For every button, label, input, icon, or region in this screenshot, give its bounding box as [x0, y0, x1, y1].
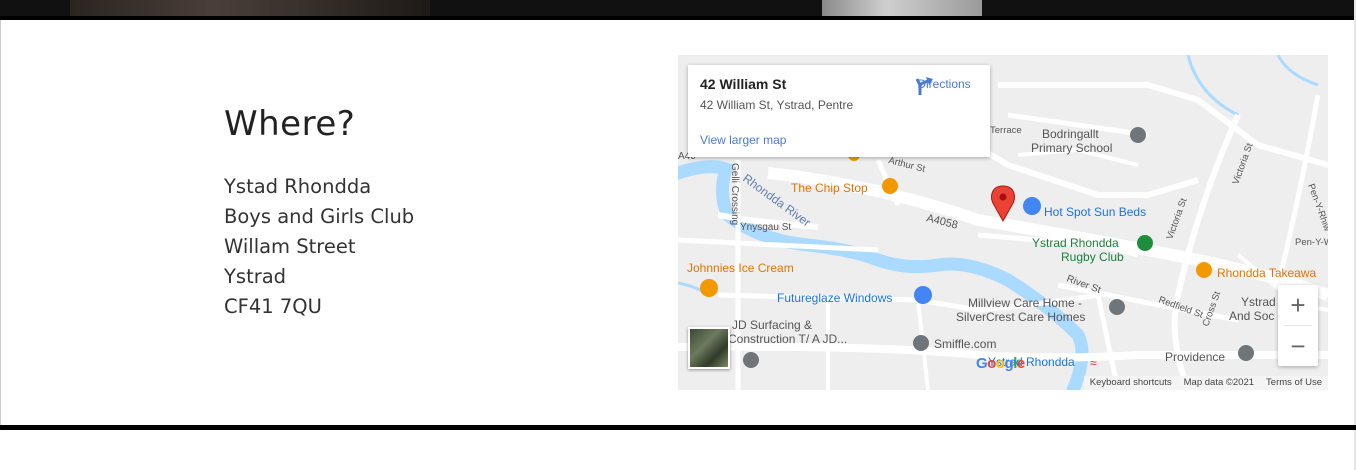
- road-label-terrace: Terrace: [990, 125, 1022, 136]
- svg-text:Rhondda Takeawa: Rhondda Takeawa: [1217, 266, 1317, 280]
- directions-icon: [915, 77, 933, 95]
- svg-text:Hot Spot Sun Beds: Hot Spot Sun Beds: [1044, 205, 1146, 219]
- restaurant-icon: [882, 178, 898, 194]
- view-larger-map-link[interactable]: View larger map: [700, 133, 786, 147]
- location-pin-icon[interactable]: [990, 185, 1016, 223]
- google-logo: Google: [976, 355, 1025, 372]
- rail-icon: ≈: [1090, 356, 1097, 370]
- school-icon: [1130, 127, 1146, 143]
- shopping-icon: [1023, 197, 1041, 215]
- svg-text:JD Surfacing &: JD Surfacing &: [732, 318, 812, 332]
- road-label-victoria-2: Victoria St: [1164, 196, 1189, 241]
- place-icon: [743, 352, 759, 368]
- address-block: Ystad Rhondda Boys and Girls Club Willam…: [224, 172, 414, 322]
- zoom-in-button[interactable]: +: [1278, 285, 1318, 325]
- directions-button[interactable]: Directions: [914, 75, 974, 95]
- zoom-controls: + −: [1278, 285, 1318, 366]
- map-attribution-bar: Keyboard shortcuts Map data ©2021 Terms …: [1083, 376, 1328, 390]
- hero-photo-left: [70, 0, 430, 16]
- stream: [1276, 55, 1319, 87]
- keyboard-shortcuts-link[interactable]: Keyboard shortcuts: [1084, 376, 1178, 390]
- svg-text:And Soc: And Soc: [1229, 309, 1274, 323]
- place-icon: [1109, 299, 1125, 315]
- road-label-arthur: Arthur St: [887, 155, 926, 175]
- road-label-ynysgau: Ynysgau St: [740, 222, 791, 233]
- shopping-icon: [914, 286, 932, 304]
- road-label-pen-y-rhiw: Pen-Y-Rhiw: [1305, 182, 1328, 233]
- park-icon: [1137, 235, 1153, 251]
- svg-text:Primary School: Primary School: [1031, 141, 1112, 155]
- svg-text:Ystrad: Ystrad: [1241, 295, 1276, 309]
- address-line: Willam Street: [224, 235, 356, 258]
- poi-smiffle[interactable]: Smiffle.com: [913, 335, 996, 351]
- svg-text:SilverCrest Care Homes: SilverCrest Care Homes: [956, 310, 1085, 324]
- restaurant-icon: [1196, 262, 1212, 278]
- where-heading: Where?: [224, 104, 356, 144]
- place-icon: [913, 335, 929, 351]
- svg-text:Futureglaze Windows: Futureglaze Windows: [777, 291, 892, 305]
- road-label-gelli: Gelli Crossing: [729, 163, 740, 225]
- place-address: 42 William St, Ystrad, Pentre: [700, 98, 854, 112]
- section-border-left: [0, 20, 1, 425]
- terms-of-use-link[interactable]: Terms of Use: [1260, 376, 1328, 390]
- address-line: Boys and Girls Club: [224, 205, 415, 228]
- bottom-divider: [0, 425, 1356, 430]
- svg-text:Johnnies Ice Cream: Johnnies Ice Cream: [687, 261, 794, 275]
- road-label-cross-st: Cross St: [1200, 290, 1223, 328]
- place-title: 42 William St: [700, 76, 787, 92]
- svg-text:Bodringallt: Bodringallt: [1042, 127, 1099, 141]
- svg-text:Millview Care Home -: Millview Care Home -: [968, 296, 1082, 310]
- top-divider: [0, 16, 1356, 20]
- satellite-toggle-button[interactable]: [688, 327, 730, 369]
- svg-text:Construction T/ A JD...: Construction T/ A JD...: [728, 332, 847, 346]
- svg-text:Smiffle.com: Smiffle.com: [934, 337, 996, 351]
- stream: [1186, 55, 1239, 117]
- address-line: Ystrad: [224, 265, 287, 288]
- svg-text:The Chip Stop: The Chip Stop: [791, 181, 868, 195]
- map-data-link[interactable]: Map data ©2021: [1178, 376, 1260, 390]
- poi-hot-spot[interactable]: Hot Spot Sun Beds: [1023, 197, 1146, 219]
- place-info-card: 42 William St 42 William St, Ystrad, Pen…: [688, 65, 990, 157]
- address-line: CF41 7QU: [224, 295, 322, 318]
- zoom-out-button[interactable]: −: [1278, 326, 1318, 366]
- svg-text:Providence: Providence: [1165, 350, 1225, 364]
- church-icon: [1238, 345, 1254, 361]
- hero-image-strip: [0, 0, 1356, 20]
- road-label-pen-y-w: Pen-Y-W: [1295, 237, 1328, 248]
- google-map-embed[interactable]: A4058 A40 Ynysgau St Gelli Crossing Rive…: [678, 55, 1328, 390]
- hero-photo-right: [822, 0, 982, 16]
- restaurant-icon: [700, 279, 718, 297]
- address-line: Ystad Rhondda: [224, 175, 372, 198]
- svg-text:Rugby Club: Rugby Club: [1061, 250, 1124, 264]
- svg-text:Ystrad Rhondda: Ystrad Rhondda: [1032, 236, 1119, 250]
- road-label-victoria-1: Victoria St: [1230, 141, 1255, 186]
- poi-ystrad-and-soc[interactable]: Ystrad And Soc: [1229, 295, 1276, 323]
